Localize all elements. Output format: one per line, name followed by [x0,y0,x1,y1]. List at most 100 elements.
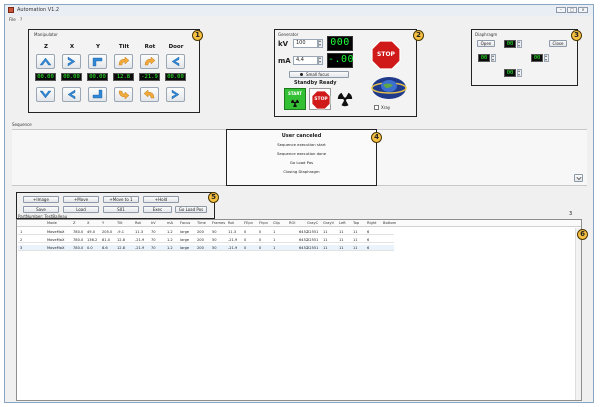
diaphragm-top-spinner[interactable] [517,39,522,48]
header-cell[interactable]: Z [73,221,75,225]
z-up-button[interactable] [36,54,55,69]
header-cell[interactable]: Rot [135,221,141,225]
chevron-down-icon [39,90,52,99]
rot-clockwise-button[interactable] [140,54,159,69]
header-cell[interactable]: FEpn [244,221,253,225]
small-focus-button[interactable]: Small focus [289,71,349,78]
x-left-button[interactable] [62,87,81,102]
add-move-to-button[interactable]: +Move to 1 [103,196,139,203]
xray-stop-button[interactable]: STOP [309,88,331,110]
ma-label: mA [278,57,291,65]
diaphragm-right-spinner[interactable] [544,53,549,62]
header-cell[interactable]: mA [167,221,173,225]
table-cell: 136.2 [87,238,98,242]
chevron-right-icon [67,56,76,67]
callout-4: 4 [371,132,382,143]
manipulator-label: Manipulator [34,32,58,37]
kv-spinner[interactable] [318,38,323,48]
ma-input[interactable]: 4,4 [293,56,318,65]
sequence-status-line: Sequence execution start [277,142,326,147]
header-cell[interactable]: Top [353,221,359,225]
header-cell[interactable]: GrayC [307,221,318,225]
xray-checkbox[interactable] [374,105,379,110]
header-cell[interactable]: Mode [47,221,57,225]
load-button[interactable]: Load [63,206,99,213]
header-cell[interactable]: X [87,221,89,225]
maximize-button[interactable]: □ [567,7,577,13]
z-down-button[interactable] [36,87,55,102]
table-cell: 780.0 [73,230,84,234]
header-cell[interactable]: Frames [212,221,225,225]
curved-arrow-icon [118,56,130,66]
expand-button[interactable] [574,174,583,182]
ma-spinner[interactable] [318,55,323,65]
callout-6: 6 [577,229,588,240]
header-cell[interactable]: Y [102,221,104,225]
table-cell: 11 [353,230,358,234]
ma-display: -.00 [327,53,354,68]
minimize-button[interactable]: – [556,7,566,13]
header-cell[interactable]: Left [339,221,346,225]
x-right-button[interactable] [62,54,81,69]
tilt-back-button[interactable] [114,87,133,102]
kv-input[interactable]: 100 [293,39,318,48]
diaphragm-bottom-spinner[interactable] [517,68,522,77]
table-cell: 3 [20,246,23,250]
header-cell[interactable]: Focus [180,221,190,225]
menu-file[interactable]: File [9,17,16,22]
column-x-label: X [69,44,75,50]
callout-5: 5 [208,192,219,203]
table-cell: 22551 [307,238,319,242]
table-cell: 1.2 [167,230,173,234]
header-cell[interactable]: Rot [228,221,234,225]
table-cell: 1 [273,238,276,242]
save-button[interactable]: Save [23,206,59,213]
header-cell[interactable]: ROI [289,221,295,225]
column-z-label: Z [44,44,48,50]
x-position-readout: 00.00 [61,73,82,81]
header-cell[interactable]: Clip [273,221,280,225]
s01-button[interactable]: S01 [103,206,139,213]
diaphragm-open-button[interactable]: Open [477,40,495,47]
header-cell[interactable]: Tilt [117,221,123,225]
tilt-forward-button[interactable] [114,54,133,69]
door-open-button[interactable] [166,87,185,102]
rot-counterclockwise-button[interactable] [140,87,159,102]
table-cell: large [180,230,190,234]
table-cell: 1 [20,230,23,234]
globe-logo-icon [371,77,407,99]
table-cell: 81.0 [102,238,111,242]
add-move-button[interactable]: +Move [63,196,99,203]
exec-button[interactable]: Exec [143,206,172,213]
add-hold-button[interactable]: +Hold [143,196,179,203]
table-cell: -21.9 [228,238,238,242]
header-cell[interactable]: Fhpn [259,221,268,225]
table-cell: 6 [367,246,370,250]
diaphragm-close-button[interactable]: Close [549,40,567,47]
table-cell: 1 [273,230,276,234]
y-back-button[interactable] [88,87,107,102]
header-cell[interactable]: Right [367,221,376,225]
focus-dot-icon [300,73,303,76]
header-cell[interactable]: kV [151,221,156,225]
table-cell: 50 [212,246,217,250]
xray-start-button[interactable]: START [284,88,306,110]
small-focus-label: Small focus [306,72,330,77]
table-cell: 0 [244,238,247,242]
close-button[interactable]: × [578,7,588,13]
header-cell[interactable]: Bottom [383,221,396,225]
add-image-button[interactable]: +Image [23,196,59,203]
table-cell: MoveMaX [47,238,65,242]
menu-help[interactable]: ? [20,17,22,22]
table-cell: 200 [197,238,204,242]
chevron-up-icon [39,57,52,66]
table-cell: 70 [151,246,156,250]
y-forward-button[interactable] [88,54,107,69]
header-cell[interactable]: Time [197,221,206,225]
table-cell: 0 [259,230,262,234]
door-close-button[interactable] [166,54,185,69]
diaphragm-left-spinner[interactable] [491,53,496,62]
go-load-pos-button[interactable]: Go Load Pos [175,206,207,213]
header-cell[interactable]: GrayV [323,221,334,225]
table-scrollbar[interactable] [575,228,581,400]
